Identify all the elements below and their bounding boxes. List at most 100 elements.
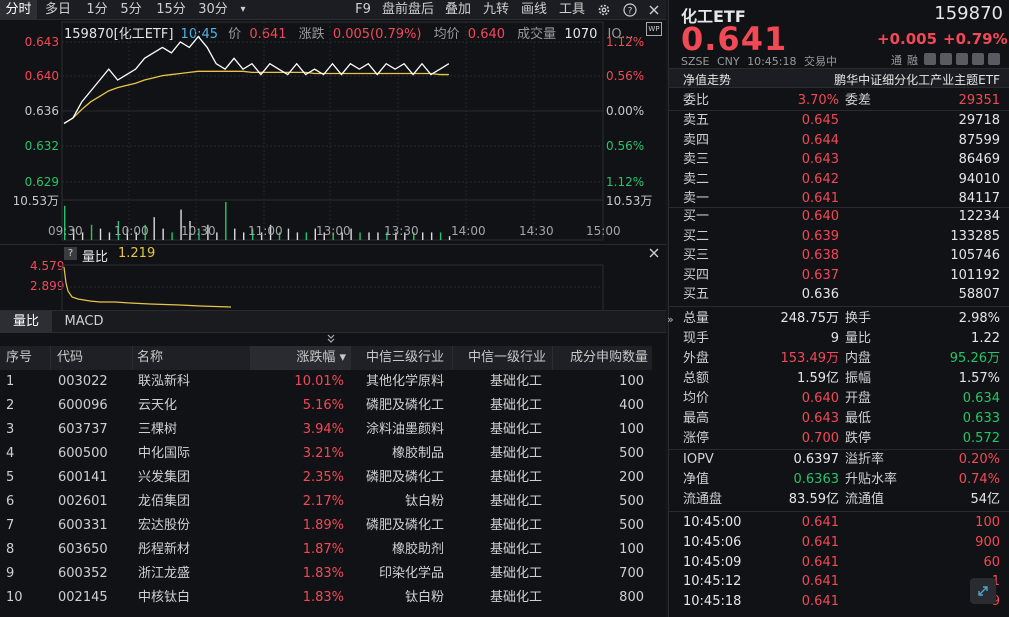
bid-volume: 101192	[950, 267, 1000, 283]
tab-intraday[interactable]: 分时	[0, 0, 37, 20]
cell-industry1: 基础化工	[489, 590, 542, 605]
bid-price: 0.638	[801, 248, 839, 263]
iopv-value: 83.59亿	[788, 492, 839, 507]
bell-icon[interactable]	[972, 53, 984, 65]
col-change-header[interactable]: 涨跌幅 ▾	[250, 346, 350, 370]
table-row[interactable]: 1 003022 联泓新科 10.01% 其他化学原料 基础化工 100	[0, 370, 666, 394]
panel-toggle-icon[interactable]: »	[667, 313, 674, 326]
col-code-header[interactable]: 代码	[50, 346, 132, 370]
expand-icon[interactable]	[970, 578, 996, 604]
bid-price: 0.639	[801, 228, 839, 244]
tick-price: 0.641	[801, 515, 839, 530]
draw-line-button[interactable]: 画线	[519, 0, 549, 20]
stat-label: 内盘	[845, 351, 872, 366]
cell-quantity: 500	[619, 494, 644, 509]
pre-post-market-button[interactable]: 盘前盘后	[380, 0, 436, 20]
close-icon[interactable]	[644, 0, 664, 20]
order-ratio-row: 委比 3.70% 委差 29351	[669, 91, 1009, 111]
stat-value: 95.26万	[949, 351, 1000, 366]
table-row[interactable]: 3 603737 三棵树 3.94% 涂料油墨颜料 基础化工 100	[0, 418, 666, 442]
cell-industry3: 印染化学品	[378, 566, 444, 581]
cell-name: 中化国际	[138, 446, 191, 461]
x-tick: 13:30	[384, 224, 419, 238]
tick-row: 10:45:18 0.641 9	[669, 592, 1009, 612]
stat-label: 均价	[683, 391, 710, 406]
edit-icon[interactable]	[924, 53, 936, 65]
ask-price: 0.642	[801, 171, 839, 187]
bid-volume: 105746	[950, 248, 1000, 263]
tick-time: 10:45:09	[683, 554, 742, 570]
y-left-tick: 0.640	[25, 69, 59, 83]
indicator-tabs: 量比 MACD	[0, 310, 666, 333]
tab-multi-day[interactable]: 多日	[40, 0, 76, 20]
ask-volume: 86469	[958, 152, 1000, 167]
table-row[interactable]: 7 600331 宏达股份 1.89% 磷肥及磷化工 基础化工 500	[0, 514, 666, 538]
col-industry3-header[interactable]: 中信三级行业	[350, 346, 452, 370]
table-row[interactable]: 4 600500 中化国际 3.21% 橡胶制品 基础化工 500	[0, 442, 666, 466]
cell-code: 603737	[58, 422, 108, 437]
col-quantity-header[interactable]: 成分申购数量	[552, 346, 652, 370]
cell-code: 603650	[58, 542, 108, 557]
y-left-tick: 0.632	[25, 139, 59, 153]
tab-5min[interactable]: 5分	[117, 0, 145, 20]
x-tick: 09:30	[48, 224, 83, 238]
cell-index: 10	[6, 590, 23, 605]
cell-change: 2.35%	[302, 470, 344, 485]
y-left-tick: 0.629	[25, 175, 59, 189]
table-row[interactable]: 8 603650 彤程新材 1.87% 橡胶助剂 基础化工 100	[0, 538, 666, 562]
cell-code: 600500	[58, 446, 108, 461]
cell-code: 003022	[58, 374, 108, 389]
tab-30min[interactable]: 30分	[196, 0, 230, 20]
table-row[interactable]: 5 600141 兴发集团 2.35% 磷肥及磷化工 基础化工 200	[0, 466, 666, 490]
nav-trend-link[interactable]: 净值走势	[683, 71, 731, 88]
cell-industry3: 钛白粉	[404, 590, 444, 605]
table-row[interactable]: 6 002601 龙佰集团 2.17% 钛白粉 基础化工 500	[0, 490, 666, 514]
bid-volume: 12234	[958, 209, 1000, 224]
iopv-label: 溢折率	[845, 452, 885, 467]
help-icon[interactable]: ?	[620, 0, 640, 20]
settings-gear-icon[interactable]	[594, 0, 614, 20]
iopv-label: 流通盘	[683, 492, 723, 507]
cell-index: 2	[6, 398, 15, 413]
cell-industry3: 橡胶制品	[391, 446, 444, 461]
currency: CNY	[716, 55, 740, 68]
tools-button[interactable]: 工具	[557, 0, 587, 20]
tab-1min[interactable]: 1分	[84, 0, 110, 20]
table-row[interactable]: 10 002145 中核钛白 1.83% 钛白粉 基础化工 800	[0, 586, 666, 610]
tick-volume: 60	[983, 554, 1000, 570]
lock-icon[interactable]	[956, 53, 968, 65]
iopv-label: 流通值	[845, 492, 885, 507]
bid-volume: 133285	[950, 228, 1000, 244]
ask-volume: 84117	[958, 191, 1000, 206]
intraday-chart[interactable]: 159870[化工ETF] 10:45 价 0.641 涨跌 0.005(0.7…	[0, 20, 666, 242]
y-left-tick: 0.643	[25, 35, 59, 49]
f9-button[interactable]: F9	[352, 0, 374, 20]
x-tick: 11:00	[248, 224, 283, 238]
link-icon[interactable]	[940, 53, 952, 65]
col-name-header[interactable]: 名称	[132, 346, 250, 370]
nine-turn-button[interactable]: 九转	[481, 0, 511, 20]
overlay-button[interactable]: 叠加	[443, 0, 473, 20]
cell-change: 3.21%	[302, 446, 344, 461]
quote-panel: 化工ETF 159870 0.641 +0.005 +0.79% SZSE CN…	[668, 0, 1009, 617]
stat-row: 外盘 153.49万 内盘 95.26万	[669, 349, 1009, 369]
table-row[interactable]: 2 600096 云天化 5.16% 磷肥及磷化工 基础化工 400	[0, 394, 666, 418]
tick-price: 0.641	[801, 574, 839, 590]
y-right-tick: 0.56%	[606, 69, 644, 83]
ask-label: 卖四	[683, 132, 710, 148]
tab-15min[interactable]: 15分	[154, 0, 188, 20]
col-index-header[interactable]: 序号	[0, 346, 50, 370]
divider	[669, 306, 1009, 307]
stat-value: 9	[830, 331, 839, 346]
tab-macd[interactable]: MACD	[54, 311, 114, 333]
share-icon[interactable]	[988, 53, 1000, 65]
iopv-label: 净值	[683, 472, 710, 487]
stat-value: 0.572	[962, 431, 1000, 446]
table-row[interactable]: 9 600352 浙江龙盛 1.83% 印染化学品 基础化工 700	[0, 562, 666, 586]
tab-volume-ratio[interactable]: 量比	[0, 311, 52, 333]
iopv-value: 54亿	[970, 492, 1000, 507]
col-industry1-header[interactable]: 中信一级行业	[452, 346, 552, 370]
cell-index: 3	[6, 422, 15, 437]
period-more-dropdown[interactable]: ▾	[236, 0, 250, 20]
ask-price: 0.641	[801, 191, 839, 206]
